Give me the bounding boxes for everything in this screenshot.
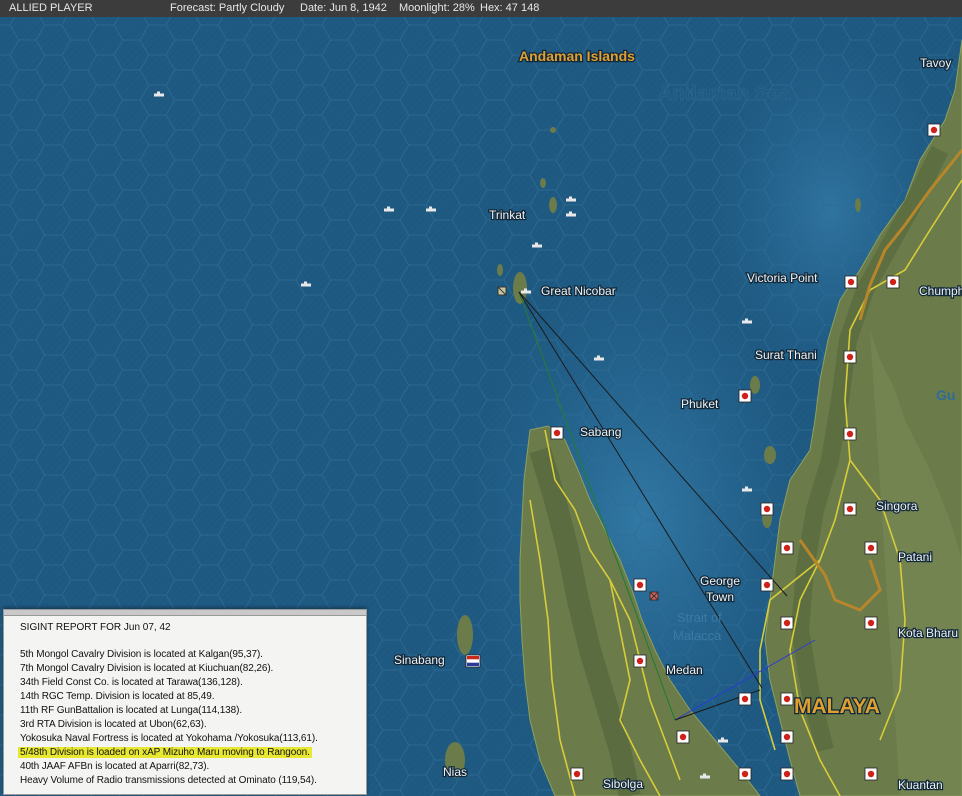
report-line: 34th Field Const Co. is located at Taraw…	[20, 677, 243, 688]
base-kuala-lumpur-icon[interactable]	[780, 730, 794, 744]
label-nias: Nias	[443, 765, 467, 779]
report-line: 7th Mongol Cavalry Division is located a…	[20, 663, 274, 674]
base-patani-icon[interactable]	[864, 541, 878, 555]
report-line: 40th JAAF AFBn is located at Aparri(82,7…	[20, 761, 210, 772]
base-medan-icon[interactable]	[738, 692, 752, 706]
report-line: 3rd RTA Division is located at Ubon(62,6…	[20, 719, 207, 730]
label-singora: Singora	[876, 499, 918, 513]
base-malaya-west-icon[interactable]	[780, 692, 794, 706]
base-malacca-icon[interactable]	[780, 767, 794, 781]
label-kuantan: Kuantan	[898, 778, 943, 792]
car-nicobar-island	[550, 127, 556, 133]
base-surat-thani-icon[interactable]	[843, 350, 857, 364]
label-sinabang: Sinabang	[394, 653, 445, 667]
label-trinkat: Trinkat	[489, 208, 526, 222]
andaman-island-east	[855, 198, 861, 212]
base-langkawi-icon[interactable]	[760, 502, 774, 516]
label-gulf-edge: Gu	[936, 387, 955, 403]
report-line: Yokosuka Naval Fortress is located at Yo…	[20, 733, 318, 744]
hex-label: Hex: 47 148	[480, 2, 540, 14]
simeulue-island	[457, 615, 473, 655]
date-label: Date: Jun 8, 1942	[300, 2, 387, 14]
label-town: Town	[706, 590, 734, 604]
report-line-highlighted: 5/48th Division is loaded on xAP Mizuho …	[18, 747, 312, 758]
label-kota-bharu: Kota Bharu	[898, 626, 958, 640]
report-title: SIGINT REPORT FOR Jun 07, 42	[20, 622, 171, 633]
label-victoria-point: Victoria Point	[747, 271, 818, 285]
label-surat-thani: Surat Thani	[755, 348, 817, 362]
label-phuket: Phuket	[681, 397, 719, 411]
langkawi-island	[764, 446, 776, 464]
label-strait-1: Strait of	[677, 610, 722, 625]
nicobar-island-2	[497, 264, 503, 276]
base-kota-bharu-icon[interactable]	[864, 616, 878, 630]
moonlight-label: Moonlight: 28%	[399, 2, 475, 14]
base-tavoy-icon[interactable]	[927, 123, 941, 137]
label-malaya: MALAYA	[794, 695, 880, 718]
report-line: Heavy Volume of Radio transmissions dete…	[20, 775, 317, 786]
forecast-label: Forecast: Partly Cloudy	[170, 2, 285, 14]
base-belawan-icon[interactable]	[676, 730, 690, 744]
label-sabang: Sabang	[580, 425, 621, 439]
base-sabang-icon[interactable]	[550, 426, 564, 440]
label-tavoy: Tavoy	[920, 56, 951, 70]
base-sibolga-icon[interactable]	[570, 767, 584, 781]
base-george-town-icon[interactable]	[760, 578, 774, 592]
base-victoria-point-icon[interactable]	[844, 275, 858, 289]
base-kra-icon[interactable]	[843, 427, 857, 441]
report-line: 14th RGC Temp. Division is located at 85…	[20, 691, 215, 702]
player-label: ALLIED PLAYER	[9, 2, 93, 14]
label-medan: Medan	[666, 663, 703, 677]
report-line: 11th RF GunBattalion is located at Lunga…	[20, 705, 242, 716]
base-phuket-icon[interactable]	[738, 389, 752, 403]
base-medan-north-icon[interactable]	[633, 654, 647, 668]
label-great-nicobar: Great Nicobar	[541, 284, 616, 298]
report-line: 5th Mongol Cavalry Division is located a…	[20, 649, 263, 660]
base-ipoh-icon[interactable]	[780, 616, 794, 630]
base-sumatra-coast-icon[interactable]	[633, 578, 647, 592]
base-singora-icon[interactable]	[843, 502, 857, 516]
phuket-island	[750, 376, 760, 394]
base-port-swettenham-icon[interactable]	[738, 767, 752, 781]
label-sibolga: Sibolga	[603, 777, 643, 791]
nicobar-island-3	[549, 197, 557, 213]
label-patani: Patani	[898, 550, 932, 564]
label-george: George	[700, 574, 740, 588]
label-andaman-sea: Andaman Sea	[658, 83, 791, 105]
label-chumphon: Chumph	[919, 284, 962, 298]
label-strait-2: Malacca	[673, 628, 722, 643]
sigint-report-panel: SIGINT REPORT FOR Jun 07, 42 5th Mongol …	[3, 609, 367, 795]
label-andaman-islands: Andaman Islands	[519, 48, 635, 64]
report-header-bar	[4, 610, 366, 616]
base-chumphon-icon[interactable]	[886, 275, 900, 289]
nicobar-island-4	[540, 178, 546, 188]
dutch-base-sinabang-icon[interactable]	[465, 654, 481, 668]
base-kuantan-icon[interactable]	[864, 767, 878, 781]
status-bar: ALLIED PLAYER Forecast: Partly Cloudy Da…	[0, 0, 962, 18]
base-alor-star-icon[interactable]	[780, 541, 794, 555]
